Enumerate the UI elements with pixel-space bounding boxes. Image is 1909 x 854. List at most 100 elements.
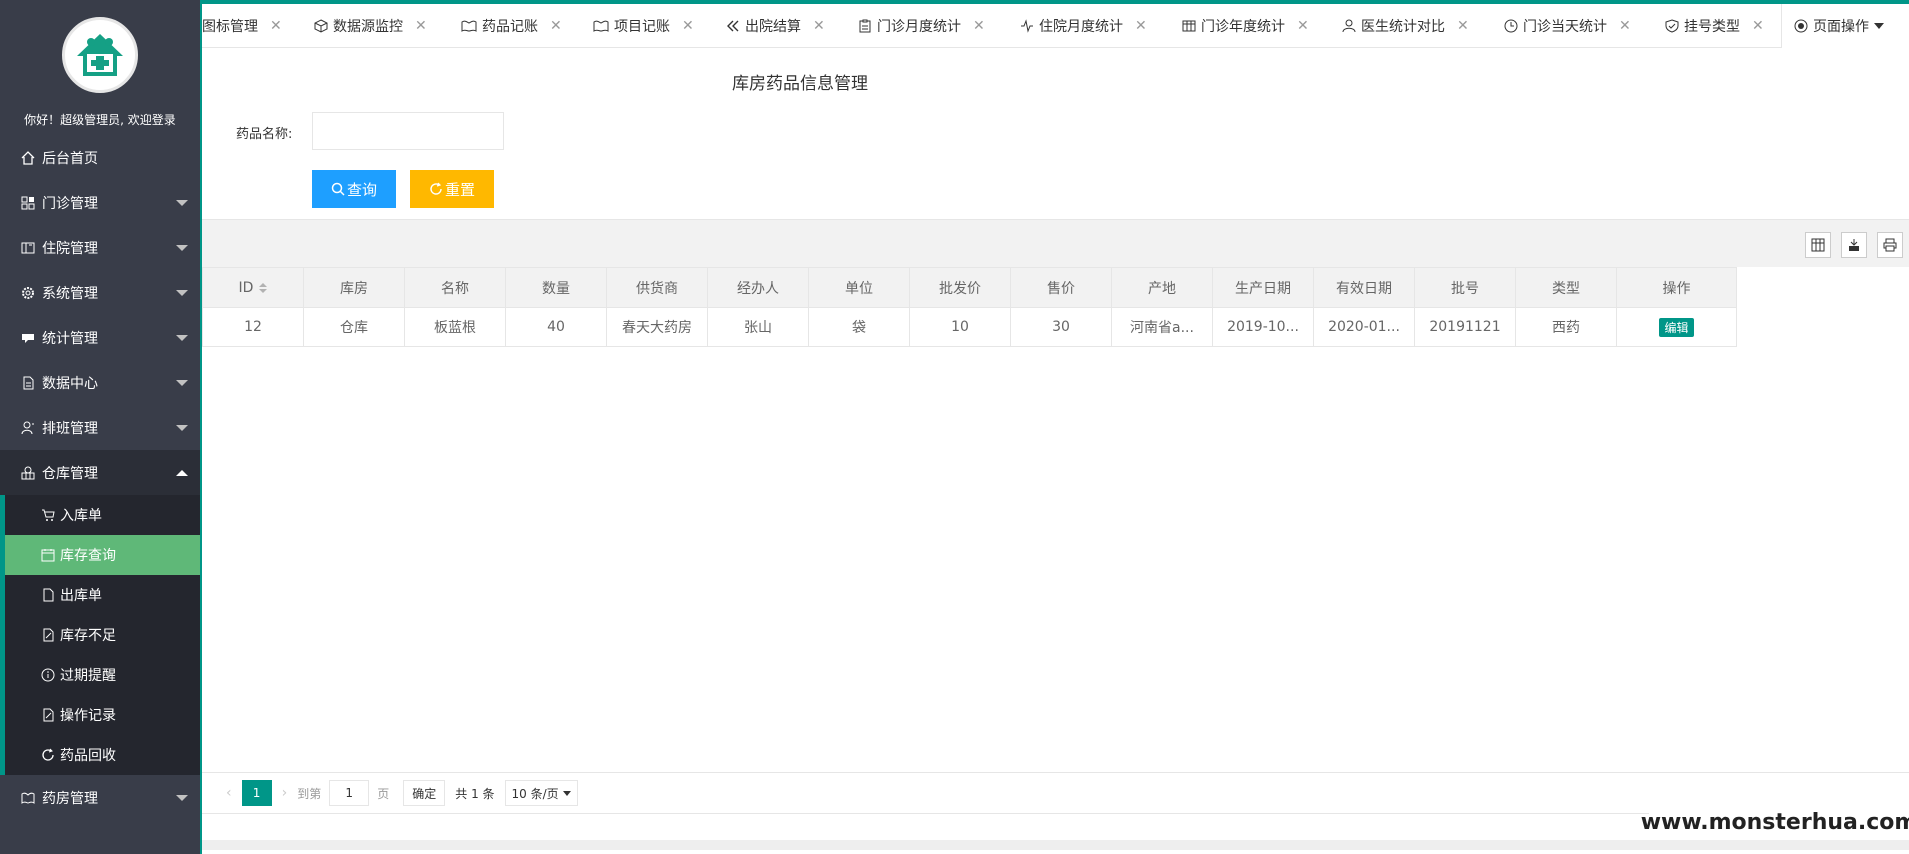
- print-button[interactable]: [1877, 232, 1903, 258]
- col-header-wholesale-price: 批发价: [909, 267, 1011, 308]
- edit-button[interactable]: 编辑: [1659, 317, 1694, 337]
- col-header-production-date: 生产日期: [1212, 267, 1314, 308]
- tab-label: 门诊当天统计: [1523, 19, 1607, 35]
- sidebar-item-label: 仓库管理: [42, 465, 98, 482]
- sub-item-stock-out[interactable]: 出库单: [5, 575, 200, 615]
- search-button-label: 查询: [346, 180, 377, 199]
- current-page[interactable]: 1: [241, 780, 272, 806]
- close-icon[interactable]: ✕: [1619, 18, 1631, 34]
- tab-label: 住院月度统计: [1039, 19, 1123, 35]
- close-icon[interactable]: ✕: [1135, 18, 1147, 34]
- tab-datasource-monitor[interactable]: 数据源监控 ✕: [314, 4, 427, 48]
- export-button[interactable]: [1841, 232, 1867, 258]
- sub-item-low-stock[interactable]: 库存不足: [5, 615, 200, 655]
- sort-icon[interactable]: [259, 282, 268, 293]
- tab-label: 数据源监控: [333, 19, 403, 35]
- horizontal-scrollbar[interactable]: [202, 840, 1909, 850]
- cell-origin: 河南省a...: [1111, 307, 1213, 347]
- sub-item-inventory-query[interactable]: 库存查询: [5, 535, 200, 575]
- sidebar-item-home[interactable]: 后台首页: [0, 135, 200, 180]
- search-icon: [331, 182, 345, 196]
- tab-outpatient-monthly[interactable]: 门诊月度统计 ✕: [858, 4, 985, 48]
- sidebar-item-warehouse[interactable]: 仓库管理: [0, 450, 200, 495]
- main-content: 库房药品信息管理 药品名称: 查询 重置 ID 库房 名称 数量 供货商 经办人: [202, 49, 1909, 854]
- hospital-logo-icon: [62, 17, 138, 93]
- sidebar-item-label: 排班管理: [42, 420, 98, 437]
- col-header-sale-price: 售价: [1010, 267, 1112, 308]
- goto-page-input[interactable]: 1: [329, 780, 370, 806]
- target-icon: [1794, 19, 1808, 33]
- col-header-unit: 单位: [808, 267, 910, 308]
- gear-icon: [20, 285, 36, 301]
- sidebar-item-inpatient[interactable]: 住院管理: [0, 225, 200, 270]
- inventory-table: ID 库房 名称 数量 供货商 经办人 单位 批发价 售价 产地 生产日期 有效…: [202, 267, 1737, 347]
- search-button[interactable]: 查询: [312, 170, 396, 208]
- sidebar-item-data-center[interactable]: 数据中心: [0, 360, 200, 405]
- close-icon[interactable]: ✕: [1297, 18, 1309, 34]
- info-icon: [40, 667, 56, 683]
- next-page-icon[interactable]: ›: [282, 785, 288, 801]
- sidebar-item-pharmacy[interactable]: 药房管理: [0, 775, 200, 820]
- sidebar-item-schedule[interactable]: 排班管理: [0, 405, 200, 450]
- drug-name-input[interactable]: [312, 112, 504, 150]
- table-row: 12 仓库 板蓝根 40 春天大药房 张山 袋 10 30 河南省a... 20…: [202, 307, 1737, 347]
- pulse-icon: [1020, 19, 1034, 33]
- sidebar-item-label: 统计管理: [42, 330, 98, 347]
- close-icon[interactable]: ✕: [1752, 18, 1764, 34]
- col-header-quantity: 数量: [505, 267, 607, 308]
- sidebar-item-label: 后台首页: [42, 150, 98, 167]
- warehouse-icon: [20, 465, 36, 481]
- sidebar-item-outpatient[interactable]: 门诊管理: [0, 180, 200, 225]
- tab-item-accounting[interactable]: 项目记账 ✕: [593, 4, 694, 48]
- tab-doctor-comparison[interactable]: 医生统计对比 ✕: [1342, 4, 1469, 48]
- goto-confirm-button[interactable]: 确定: [403, 780, 446, 806]
- tab-registration-type[interactable]: 挂号类型 ✕: [1665, 4, 1764, 48]
- sidebar-item-statistics[interactable]: 统计管理: [0, 315, 200, 360]
- tab-outpatient-daily[interactable]: 门诊当天统计 ✕: [1504, 4, 1631, 48]
- close-icon[interactable]: ✕: [973, 18, 985, 34]
- cell-id: 12: [202, 307, 304, 347]
- apps-icon: [20, 195, 36, 211]
- close-icon[interactable]: ✕: [1457, 18, 1469, 34]
- table-icon: [1182, 19, 1196, 33]
- close-icon[interactable]: ✕: [550, 18, 562, 34]
- calendar-icon: [40, 547, 56, 563]
- reset-button[interactable]: 重置: [410, 170, 494, 208]
- chevron-down-icon: [1874, 23, 1884, 29]
- cell-unit: 袋: [808, 307, 910, 347]
- sub-item-label: 过期提醒: [60, 668, 116, 684]
- sub-item-operation-log[interactable]: 操作记录: [5, 695, 200, 735]
- column-filter-button[interactable]: [1805, 232, 1831, 258]
- drug-name-label: 药品名称:: [236, 127, 293, 142]
- chevron-down-icon: [176, 425, 188, 431]
- tab-label: 项目记账: [614, 19, 670, 35]
- sidebar-item-system[interactable]: 系统管理: [0, 270, 200, 315]
- chevron-up-icon: [176, 470, 188, 476]
- sub-item-stock-in[interactable]: 入库单: [5, 495, 200, 535]
- tab-icon-management[interactable]: 图标管理 ✕: [202, 4, 282, 48]
- welcome-text: 你好！超级管理员, 欢迎登录: [24, 113, 176, 127]
- col-header-type: 类型: [1515, 267, 1617, 308]
- tab-outpatient-yearly[interactable]: 门诊年度统计 ✕: [1182, 4, 1309, 48]
- cart-icon: [40, 507, 56, 523]
- goto-prefix: 到第: [297, 786, 322, 801]
- page-size-select[interactable]: 10 条/页: [504, 780, 578, 806]
- tab-bar: 图标管理 ✕ 数据源监控 ✕ 药品记账 ✕ 项目记账 ✕ 出院结算 ✕ 门诊月度统计 ✕ 住…: [202, 0, 1909, 48]
- close-icon[interactable]: ✕: [415, 18, 427, 34]
- close-icon[interactable]: ✕: [682, 18, 694, 34]
- page-operations-menu[interactable]: 页面操作: [1781, 4, 1909, 48]
- tab-discharge-settlement[interactable]: 出院结算 ✕: [726, 4, 825, 48]
- sub-item-drug-recycle[interactable]: 药品回收: [5, 735, 200, 775]
- tab-drug-accounting[interactable]: 药品记账 ✕: [461, 4, 562, 48]
- cell-batch-number: 20191121: [1414, 307, 1516, 347]
- read-icon: [461, 19, 477, 33]
- close-icon[interactable]: ✕: [270, 18, 282, 34]
- close-icon[interactable]: ✕: [813, 18, 825, 34]
- columns-icon: [1811, 238, 1825, 252]
- tab-inpatient-monthly[interactable]: 住院月度统计 ✕: [1020, 4, 1147, 48]
- col-header-id[interactable]: ID: [202, 267, 304, 308]
- document-icon: [40, 587, 56, 603]
- prev-page-icon[interactable]: ‹: [226, 785, 232, 801]
- table-header-row: ID 库房 名称 数量 供货商 经办人 单位 批发价 售价 产地 生产日期 有效…: [202, 267, 1737, 308]
- sub-item-expiry-alert[interactable]: 过期提醒: [5, 655, 200, 695]
